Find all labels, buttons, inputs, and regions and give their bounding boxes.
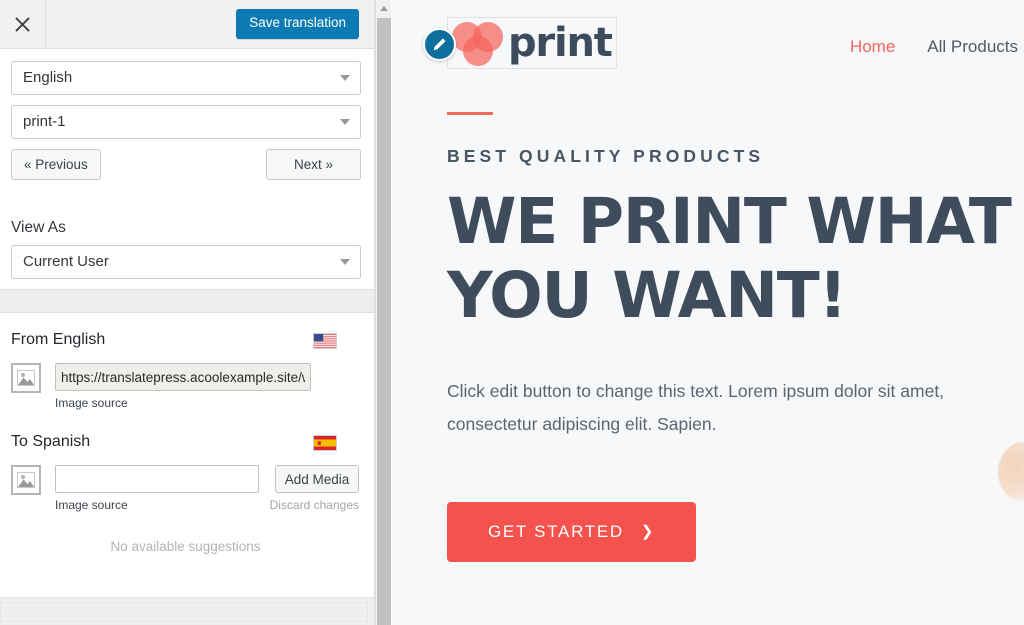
site-nav: Home All Products (850, 37, 1024, 57)
chevron-down-icon (340, 259, 350, 265)
sidebar-footer-bar (0, 602, 368, 622)
view-as-label: View As (11, 219, 66, 236)
view-as-select[interactable]: Current User (11, 245, 361, 279)
language-select[interactable]: English (11, 61, 361, 95)
close-icon[interactable] (0, 0, 46, 48)
from-english-header: From English (11, 331, 360, 353)
site-preview: print Home All Products BEST QUALITY PRO… (392, 0, 1024, 625)
sidebar-divider (0, 289, 374, 313)
to-image-row: Image source Add Media Discard changes (11, 465, 360, 512)
hero-subtitle: Click edit button to change this text. L… (447, 381, 945, 435)
nav-item-all-products[interactable]: All Products (927, 37, 1018, 57)
prev-next-row: « Previous Next » (11, 149, 361, 181)
get-started-label: GET STARTED (488, 521, 624, 541)
three-circles-logo-icon (452, 20, 507, 66)
flag-es-icon (313, 435, 337, 451)
hero-title: WE PRINT WHAT YOU WANT! (447, 185, 1012, 332)
site-header: print Home All Products (392, 0, 1024, 100)
language-select-value: English (23, 69, 73, 86)
previous-button[interactable]: « Previous (11, 149, 101, 180)
triangle-up-icon[interactable] (376, 0, 391, 16)
hero-decorative-image (998, 442, 1024, 502)
sidebar-footer (0, 597, 374, 625)
flag-us-icon (313, 333, 337, 349)
from-image-source-caption: Image source (55, 396, 128, 410)
hero-accent-rule (447, 112, 493, 115)
image-placeholder-icon (11, 465, 41, 495)
site-logo[interactable]: print (423, 17, 617, 69)
pencil-edit-icon[interactable] (423, 28, 456, 61)
from-image-source-input[interactable] (55, 363, 311, 391)
chevron-right-icon: ❯ (640, 523, 656, 541)
app-root: Save translation English print-1 « Previ… (0, 0, 1024, 625)
translation-editor-sidebar: Save translation English print-1 « Previ… (0, 0, 375, 625)
sidebar-controls: English print-1 « Previous Next » (0, 49, 374, 197)
sidebar-topbar: Save translation (0, 0, 374, 49)
to-spanish-heading: To Spanish (11, 433, 91, 450)
site-logo-text: print (508, 20, 613, 66)
to-spanish-block: To Spanish Image source Add Media Discar… (0, 433, 374, 554)
scrollbar-thumb[interactable] (377, 18, 391, 625)
from-english-block: From English https://translatepress.acoo… (0, 331, 374, 410)
site-logo-box: print (447, 17, 617, 69)
from-image-row: Image source (11, 363, 360, 410)
to-image-source-input[interactable] (55, 465, 259, 493)
chevron-down-icon (340, 119, 350, 125)
get-started-button[interactable]: GET STARTED ❯ (447, 501, 697, 562)
view-as-select-value: Current User (23, 253, 109, 270)
to-image-source-caption: Image source (55, 498, 128, 512)
save-translation-button[interactable]: Save translation (236, 9, 359, 39)
sidebar-scrollbar[interactable] (375, 0, 391, 625)
to-spanish-header: To Spanish (11, 433, 360, 455)
discard-changes-link[interactable]: Discard changes (270, 498, 359, 512)
from-english-heading: From English (11, 331, 106, 348)
add-media-button[interactable]: Add Media (275, 465, 359, 493)
hero-eyebrow: BEST QUALITY PRODUCTS (447, 146, 765, 166)
image-placeholder-icon (11, 363, 41, 393)
chevron-down-icon (340, 75, 350, 81)
next-button[interactable]: Next » (266, 149, 361, 180)
string-select[interactable]: print-1 (11, 105, 361, 139)
nav-item-home[interactable]: Home (850, 37, 895, 57)
string-select-value: print-1 (23, 113, 66, 130)
no-suggestions-text: No available suggestions (110, 539, 261, 554)
hero-section: BEST QUALITY PRODUCTS WE PRINT WHAT YOU … (392, 112, 1024, 562)
